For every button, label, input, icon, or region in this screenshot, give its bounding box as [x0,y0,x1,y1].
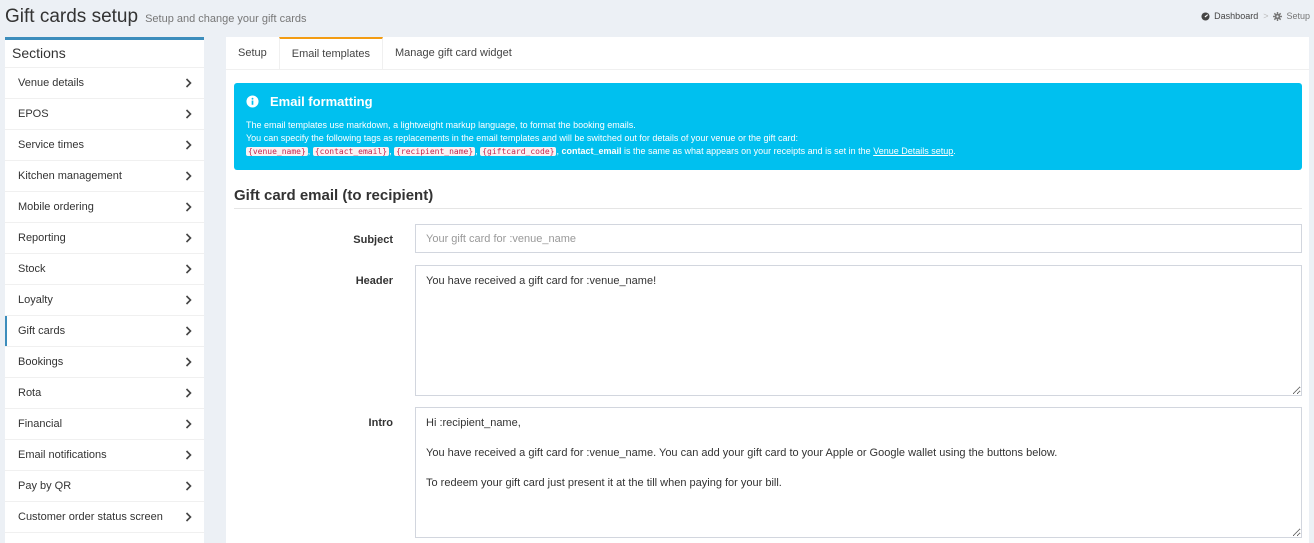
sidebar-item-bookings[interactable]: Bookings [5,347,204,378]
sidebar-item-loyalty[interactable]: Loyalty [5,285,204,316]
sidebar-item-kitchen-management[interactable]: Kitchen management [5,161,204,192]
callout-title: Email formatting [246,94,1290,109]
chevron-right-icon [184,450,192,460]
breadcrumb-dashboard-label: Dashboard [1214,11,1259,21]
breadcrumb-setup-label: Setup [1286,11,1310,21]
sidebar-item-label: Email notifications [18,449,107,461]
main-content: Setup Email templates Manage gift card w… [226,37,1309,543]
chevron-right-icon [184,295,192,305]
email-formatting-callout: Email formatting The email templates use… [234,83,1302,170]
tag-giftcard-code: {giftcard_code} [480,147,557,156]
chevron-right-icon [184,419,192,429]
subject-input[interactable]: Your gift card for :venue_name [415,224,1302,253]
sidebar-item-venue-details[interactable]: Venue details [5,68,204,99]
tag-recipient-name: {recipient_name} [394,147,476,156]
sections-sidebar: Sections Venue details EPOS Service times K… [5,37,204,543]
sidebar-item-label: Service times [18,139,85,151]
chevron-right-icon [184,481,192,491]
chevron-right-icon [184,78,192,88]
sidebar-item-financial[interactable]: Financial [5,409,204,440]
sidebar-item-label: Mobile ordering [18,201,94,213]
sidebar-item-label: Kitchen management [18,170,122,182]
tag-separator: , [307,146,311,156]
tab-setup[interactable]: Setup [226,37,279,69]
chevron-right-icon [184,264,192,274]
sidebar-item-label: Reporting [18,232,66,244]
gear-icon [1273,11,1283,21]
sidebar-item-mobile-ordering[interactable]: Mobile ordering [5,192,204,223]
sidebar-item-service-times[interactable]: Service times [5,130,204,161]
sidebar-item-label: Stock [18,263,46,275]
sidebar-item-label: Gift cards [18,325,66,337]
chevron-right-icon [184,388,192,398]
sidebar-item-epos[interactable]: EPOS [5,99,204,130]
tag-separator: , [475,146,478,156]
subject-placeholder: Your gift card for :venue_name [426,233,577,245]
subject-label: Subject [353,234,393,246]
tab-email-templates[interactable]: Email templates [278,37,384,69]
sidebar-item-rota[interactable]: Rota [5,378,204,409]
header-textarea[interactable]: You have received a gift card for :venue… [415,265,1302,396]
breadcrumb: Dashboard > Setup [1201,11,1310,21]
callout-line-3-end: . [953,146,956,156]
page-header: Gift cards setup Setup and change your g… [5,6,307,30]
callout-line-3: {venue_name}, {contact_email}, {recipien… [246,145,1290,158]
intro-label: Intro [368,417,393,429]
callout-title-text: Email formatting [270,94,373,109]
sidebar-item-email-notifications[interactable]: Email notifications [5,440,204,471]
info-icon [246,95,259,108]
sidebar-item-label: Venue details [18,77,85,89]
sidebar-item-label: Rota [18,387,42,399]
tag-separator: , [556,146,559,156]
page-subtitle: Setup and change your gift cards [145,13,307,25]
sidebar-item-pay-by-qr[interactable]: Pay by QR [5,471,204,502]
sidebar-item-label: Bookings [18,356,64,368]
tab-manage-gift-card-widget[interactable]: Manage gift card widget [383,37,524,69]
tabs: Setup Email templates Manage gift card w… [226,37,1309,70]
chevron-right-icon [184,233,192,243]
sidebar-heading: Sections [5,40,204,68]
tag-separator: , [389,146,392,156]
breadcrumb-setup: Setup [1273,11,1310,21]
venue-details-setup-link[interactable]: Venue Details setup [873,146,953,156]
chevron-right-icon [184,326,192,336]
chevron-right-icon [184,140,192,150]
sidebar-item-stock[interactable]: Stock [5,254,204,285]
callout-line-2: You can specify the following tags as re… [246,133,798,143]
breadcrumb-dashboard[interactable]: Dashboard [1201,11,1258,21]
chevron-right-icon [184,202,192,212]
sidebar-item-gift-cards[interactable]: Gift cards [5,316,204,347]
breadcrumb-separator: > [1263,11,1269,21]
section-title: Gift card email (to recipient) [234,187,1302,209]
sidebar-item-label: Customer order status screen [18,511,163,523]
callout-line-1: The email templates use markdown, a ligh… [246,120,636,130]
page-title: Gift cards setup [5,6,139,27]
chevron-right-icon [184,512,192,522]
chevron-right-icon [184,171,192,181]
header-label: Header [355,275,393,287]
sidebar-item-customer-order-status-screen[interactable]: Customer order status screen [5,502,204,533]
callout-line-3-text: is the same as what appears on your rece… [624,146,871,156]
sidebar-item-label: Loyalty [18,294,53,306]
dashboard-icon [1201,11,1210,21]
sidebar-list: Venue details EPOS Service times Kitchen ma… [5,68,204,533]
tag-venue-name: {venue_name} [246,147,308,156]
sidebar-item-label: Financial [18,418,63,430]
sidebar-item-label: Pay by QR [18,480,72,492]
sidebar-item-reporting[interactable]: Reporting [5,223,204,254]
sidebar-item-label: EPOS [18,108,49,120]
intro-textarea[interactable]: Hi :recipient_name, You have received a … [415,407,1302,538]
contact-email-bold: contact_email [561,146,622,156]
tag-contact-email: {contact_email} [312,147,390,156]
chevron-right-icon [184,357,192,367]
chevron-right-icon [184,109,192,119]
